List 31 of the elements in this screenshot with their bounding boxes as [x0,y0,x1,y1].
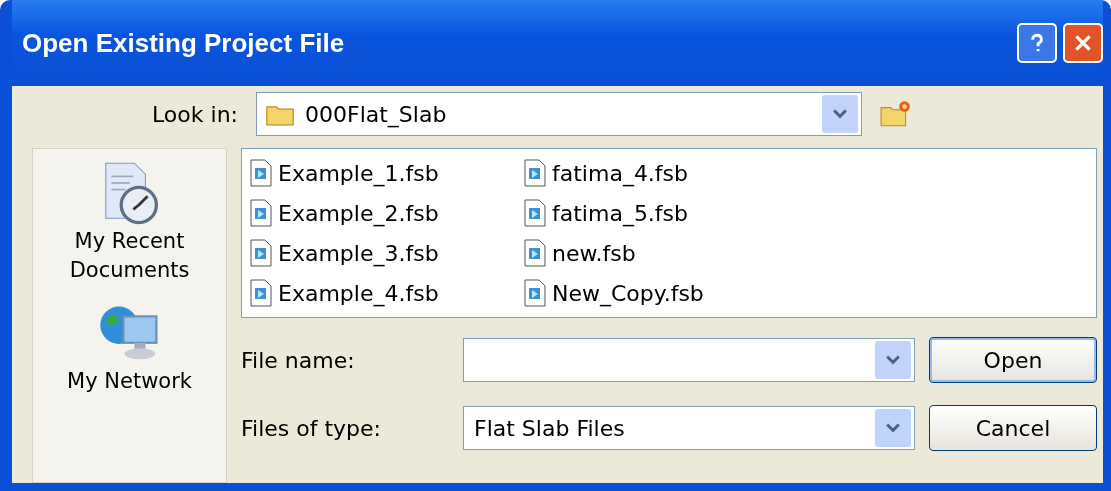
file-type-dropdown[interactable]: Flat Slab Files [463,406,915,450]
document-icon [524,279,546,307]
file-item[interactable]: New_Copy.fsb [524,275,734,311]
document-icon [524,159,546,187]
new-folder-icon[interactable] [880,100,912,128]
file-item[interactable]: fatima_4.fsb [524,155,734,191]
close-icon [1072,32,1094,54]
place-item[interactable]: My Recent Documents [54,161,205,285]
file-item[interactable]: Example_2.fsb [250,195,460,231]
open-button[interactable]: Open [929,337,1097,383]
file-name-field[interactable] [463,338,915,382]
cancel-button[interactable]: Cancel [929,405,1097,451]
file-type-label: Files of type: [241,415,383,441]
document-icon [250,239,272,267]
file-item[interactable]: fatima_5.fsb [524,195,734,231]
file-name-label: File name: [241,347,356,373]
file-item[interactable]: new.fsb [524,235,734,271]
document-icon [524,199,546,227]
place-item[interactable]: My Network [54,301,205,396]
document-icon [250,279,272,307]
help-button[interactable] [1017,23,1057,63]
file-item[interactable]: Example_4.fsb [250,275,460,311]
file-item[interactable]: Example_3.fsb [250,235,460,271]
look-in-label: Look in: [151,101,238,127]
look-in-dropdown[interactable]: 000Flat_Slab [256,92,862,136]
document-icon [524,239,546,267]
close-button[interactable] [1063,23,1103,63]
file-item[interactable]: Example_1.fsb [250,155,460,191]
document-icon [250,159,272,187]
window-title: Open Existing Project File [21,27,346,59]
document-icon [250,199,272,227]
